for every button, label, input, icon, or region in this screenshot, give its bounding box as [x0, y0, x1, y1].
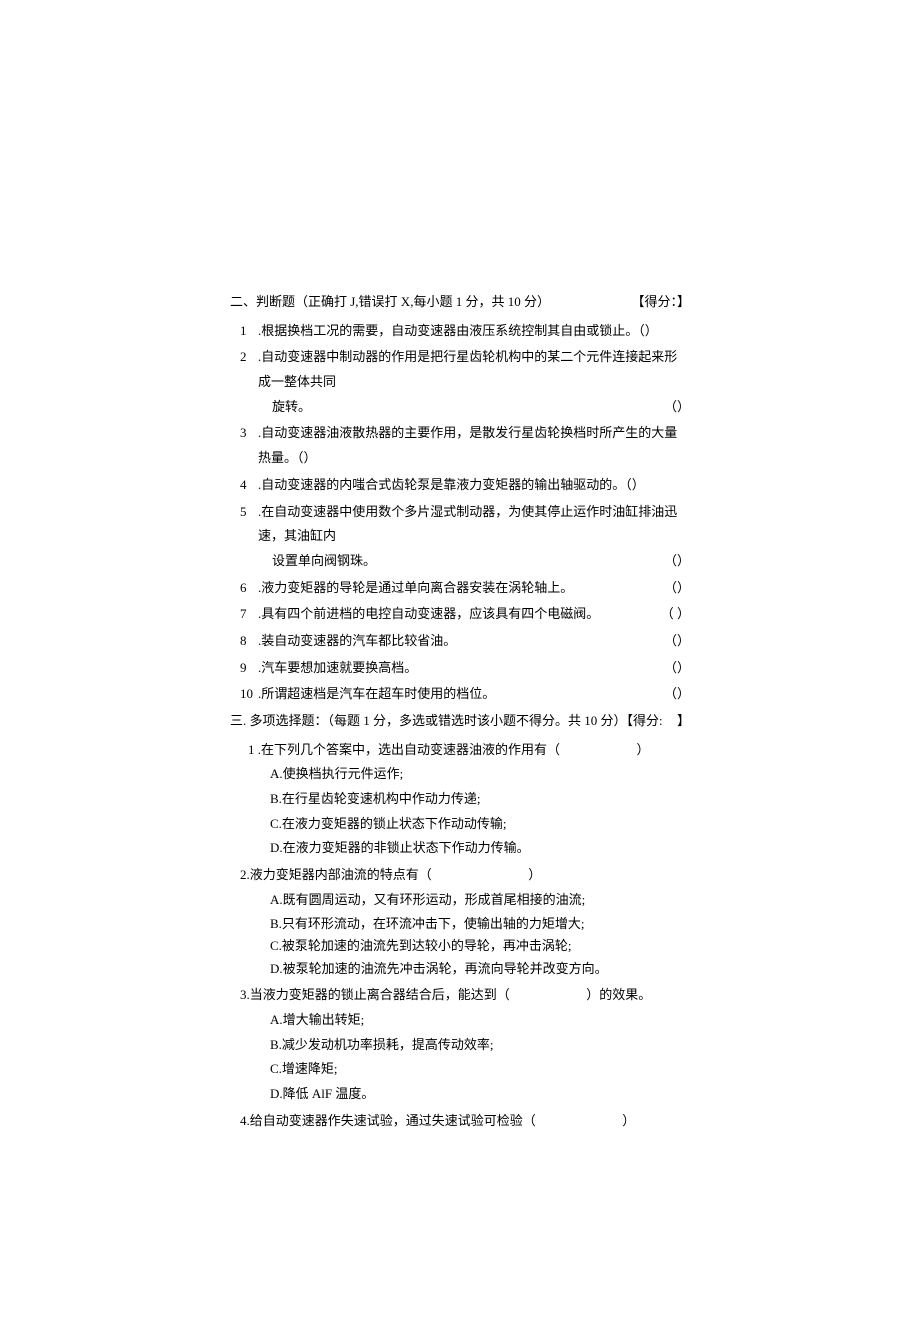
q-text: .给自动变速器作失速试验，通过失速试验可检验（ [247, 1113, 536, 1128]
q3-stem: 2.液力变矩器内部油流的特点有（ ） [230, 863, 690, 888]
q2-3: 3 .自动变速器油液散热器的主要作用，是散发行星齿轮换档时所产生的大量热量。（） [230, 421, 690, 470]
q-text: .根据换档工况的需要，自动变速器由液压系统控制其自由或锁止。（） [258, 323, 658, 338]
q-body: .根据换档工况的需要，自动变速器由液压系统控制其自由或锁止。（） [258, 319, 690, 344]
q-text: .具有四个前进档的电控自动变速器，应该具有四个电磁阀。 [258, 602, 630, 627]
q-num: 3 [230, 421, 258, 470]
q-text: .汽车要想加速就要换高档。 [258, 656, 590, 681]
q2-4: 4 .自动变速器的内嗤合式齿轮泵是靠液力变矩器的输出轴驱动的。（） [230, 473, 690, 498]
q-num: 10 [230, 682, 258, 707]
option-d: D.在液力变矩器的非锁止状态下作动力传输。 [230, 836, 690, 861]
section2-title: 二、判断题（正确打 J,错误打 X,每小题 1 分，共 10 分） [230, 290, 550, 315]
q3-stem: 3.当液力变矩器的锁止离合器结合后，能达到（ ）的效果。 [230, 983, 690, 1008]
section2-score: 【得分：】 [631, 290, 690, 315]
q-num: 8 [230, 629, 258, 654]
section3-title: 三. 多项选择题：（每题 1 分，多选或错选时该小题不得分。共 10 分）【得分… [230, 709, 663, 734]
answer-paren: （ ） [630, 602, 690, 627]
q3-3: 3.当液力变矩器的锁止离合器结合后，能达到（ ）的效果。 A.增大输出转矩; B… [230, 983, 690, 1106]
q-text: .自动变速器油液散热器的主要作用，是散发行星齿轮换档时所产生的大量热量。（） [258, 425, 677, 465]
option-b: B.在行星齿轮变速机构中作动力传递; [230, 787, 690, 812]
option-d: D.被泵轮加速的油流先冲击涡轮，再流向导轮并改变方向。 [230, 957, 690, 982]
q3-4: 4.给自动变速器作失速试验，通过失速试验可检验（ ） [230, 1109, 690, 1134]
q-num: 1 [248, 742, 255, 757]
q3-2: 2.液力变矩器内部油流的特点有（ ） A.既有圆周运动，又有环形运动，形成首尾相… [230, 863, 690, 981]
answer-paren: （） [630, 576, 690, 601]
q2-8: 8 .装自动变速器的汽车都比较省油。 （） [230, 629, 690, 654]
answer-paren: （） [590, 656, 690, 681]
q-num: 6 [230, 576, 258, 601]
q3-stem: 1 .在下列几个答案中，选出自动变速器油液的作用有（ ） [230, 738, 690, 763]
q-body: .具有四个前进档的电控自动变速器，应该具有四个电磁阀。 （ ） [258, 602, 690, 627]
option-d: D.降低 AlF 温度。 [230, 1082, 690, 1107]
answer-paren: （） [630, 549, 690, 574]
q-body: .自动变速器油液散热器的主要作用，是散发行星齿轮换档时所产生的大量热量。（） [258, 421, 690, 470]
q2-10: 10 .所谓超速档是汽车在超车时使用的档位。 （） [230, 682, 690, 707]
answer-paren: ） [622, 1113, 635, 1128]
q-text: .装自动变速器的汽车都比较省油。 [258, 629, 590, 654]
option-c: C.增速降矩; [230, 1057, 690, 1082]
q-body: .汽车要想加速就要换高档。 （） [258, 656, 690, 681]
q-text: .自动变速器的内嗤合式齿轮泵是靠液力变矩器的输出轴驱动的。（） [258, 477, 645, 492]
q-text: .在下列几个答案中，选出自动变速器油液的作用有（ [258, 742, 560, 757]
q2-9: 9 .汽车要想加速就要换高档。 （） [230, 656, 690, 681]
q-num: 2 [230, 345, 258, 419]
q-body: .自动变速器的内嗤合式齿轮泵是靠液力变矩器的输出轴驱动的。（） [258, 473, 690, 498]
section2-header: 二、判断题（正确打 J,错误打 X,每小题 1 分，共 10 分） 【得分：】 [230, 290, 690, 315]
q-text: .自动变速器中制动器的作用是把行星齿轮机构中的某二个元件连接起来形成一整体共同 [258, 345, 690, 394]
q-text: .液力变矩器的导轮是通过单向离合器安装在涡轮轴上。 [258, 576, 630, 601]
option-c: C.在液力变矩器的锁止状态下作动动传输; [230, 812, 690, 837]
q-num: 1 [230, 319, 258, 344]
option-b: B.只有环形流动，在环流冲击下，使输出轴的力矩增大; [230, 913, 690, 935]
answer-paren: ） [528, 867, 541, 882]
q-text: .所谓超速档是汽车在超车时使用的档位。 [258, 682, 590, 707]
q2-7: 7 .具有四个前进档的电控自动变速器，应该具有四个电磁阀。 （ ） [230, 602, 690, 627]
q-body: .液力变矩器的导轮是通过单向离合器安装在涡轮轴上。 （） [258, 576, 690, 601]
q-num: 5 [230, 500, 258, 574]
q-text: .当液力变矩器的锁止离合器结合后，能达到（ [247, 987, 510, 1002]
answer-paren: ）的效果。 [586, 987, 651, 1002]
option-a: A.既有圆周运动，又有环形运动，形成首尾相接的油流; [230, 888, 690, 913]
q-text: .在自动变速器中使用数个多片湿式制动器，为使其停止运作时油缸排油迅速，其油缸内 [258, 500, 690, 549]
option-a: A.使换档执行元件运作; [230, 762, 690, 787]
answer-paren: （） [630, 395, 690, 420]
q-text: .液力变矩器内部油流的特点有（ [247, 867, 432, 882]
q-num: 7 [230, 602, 258, 627]
q2-1: 1 .根据换档工况的需要，自动变速器由液压系统控制其自由或锁止。（） [230, 319, 690, 344]
q-body: .所谓超速档是汽车在超车时使用的档位。 （） [258, 682, 690, 707]
answer-paren: （） [590, 682, 690, 707]
q-body: .装自动变速器的汽车都比较省油。 （） [258, 629, 690, 654]
q3-stem: 4.给自动变速器作失速试验，通过失速试验可检验（ ） [230, 1109, 690, 1134]
q2-5: 5 .在自动变速器中使用数个多片湿式制动器，为使其停止运作时油缸排油迅速，其油缸… [230, 500, 690, 574]
option-b: B.减少发动机功率损耗，提高传动效率; [230, 1033, 690, 1058]
q-num: 4 [230, 473, 258, 498]
answer-paren: ） [637, 742, 650, 757]
q-body: .在自动变速器中使用数个多片湿式制动器，为使其停止运作时油缸排油迅速，其油缸内 … [258, 500, 690, 574]
q-cont: 设置单向阀钢珠。 [272, 549, 376, 574]
q2-2: 2 .自动变速器中制动器的作用是把行星齿轮机构中的某二个元件连接起来形成一整体共… [230, 345, 690, 419]
q-body: .自动变速器中制动器的作用是把行星齿轮机构中的某二个元件连接起来形成一整体共同 … [258, 345, 690, 419]
section3-header: 三. 多项选择题：（每题 1 分，多选或错选时该小题不得分。共 10 分）【得分… [230, 709, 690, 734]
q2-6: 6 .液力变矩器的导轮是通过单向离合器安装在涡轮轴上。 （） [230, 576, 690, 601]
q-cont: 旋转。 [272, 395, 311, 420]
answer-paren: （） [590, 629, 690, 654]
q-num: 9 [230, 656, 258, 681]
option-c: C.被泵轮加速的油流先到达较小的导轮，再冲击涡轮; [230, 935, 690, 957]
option-a: A.增大输出转矩; [230, 1008, 690, 1033]
section3-bracket: 】 [677, 709, 690, 734]
q3-1: 1 .在下列几个答案中，选出自动变速器油液的作用有（ ） A.使换档执行元件运作… [230, 738, 690, 861]
